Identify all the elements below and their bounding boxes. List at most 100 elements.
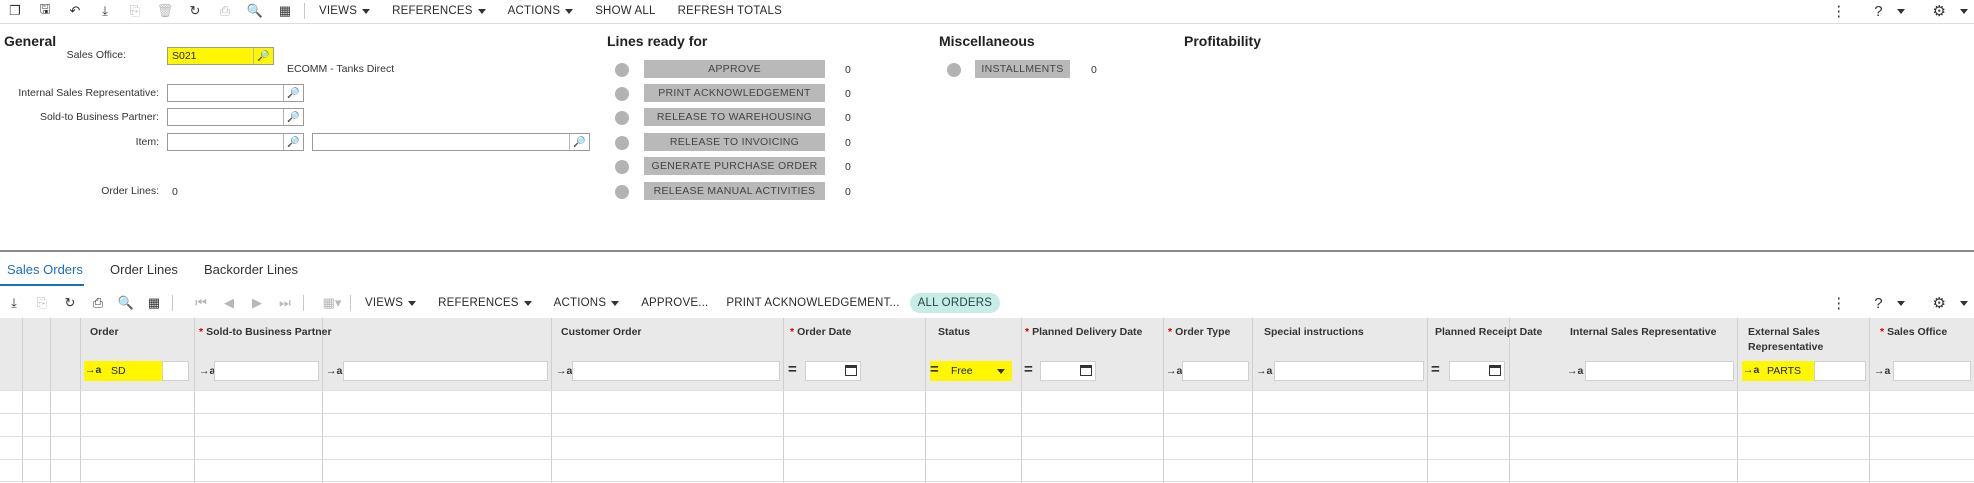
refresh-totals-button[interactable]: REFRESH TOTALS [678,5,782,17]
text-filter-icon[interactable]: →a [556,365,572,377]
tab-sales-orders[interactable]: Sales Orders [7,262,83,277]
sales-office-field[interactable]: S021 🔎 [167,47,274,65]
release-manual-activities-button[interactable]: RELEASE MANUAL ACTIVITIES [644,182,825,200]
table-row[interactable] [0,459,1974,460]
approve-action-button[interactable]: APPROVE... [641,297,708,309]
customer-order-filter-input[interactable] [572,361,780,381]
calendar-icon[interactable]: ▦ [140,292,168,314]
more-options-icon[interactable]: ⋮ [1831,294,1846,312]
column-header-order[interactable]: Order [90,325,119,340]
calendar-dropdown-icon[interactable]: ▦▾ [318,292,346,314]
internal-rep-field[interactable]: 🔎 [167,84,304,102]
tab-backorder-lines[interactable]: Backorder Lines [204,262,298,277]
references-menu[interactable]: REFERENCES [392,5,486,17]
table-row[interactable] [0,481,1974,482]
help-menu[interactable]: ? [1860,295,1905,312]
delete-icon[interactable]: 🗑 [150,0,180,22]
undo-icon[interactable]: ↶ [60,0,90,22]
order-filter-input[interactable]: SD [106,361,162,381]
text-filter-icon[interactable]: →a [1166,365,1182,377]
text-filter-icon[interactable]: →a [84,361,106,381]
export-icon[interactable]: ⤓ [0,292,28,314]
lookup-icon[interactable]: 🔎 [569,134,589,150]
grid-actions-menu[interactable]: ACTIONS [554,297,620,309]
column-header-status[interactable]: Status [938,325,970,340]
refresh-icon[interactable]: ↻ [180,0,210,22]
column-header-internal-sales-rep[interactable]: Internal Sales Representative [1570,325,1716,340]
print-acknowledgement-button[interactable]: PRINT ACKNOWLEDGEMENT [644,84,825,102]
sold-to-field[interactable]: 🔎 [167,108,304,126]
item-description-field[interactable]: 🔎 [312,133,590,151]
views-menu[interactable]: VIEWS [319,5,371,17]
equals-filter-icon[interactable]: = [930,361,946,381]
column-header-planned-delivery-date[interactable]: * Planned Delivery Date [1025,325,1142,340]
column-header-external-sales-rep[interactable]: External Sales Representative [1748,325,1858,355]
show-all-button[interactable]: SHOW ALL [595,5,655,17]
sold-to-name-filter-input[interactable] [343,361,548,381]
order-type-filter-input[interactable] [1182,361,1249,381]
column-header-special-instructions[interactable]: Special instructions [1264,325,1364,340]
next-page-icon[interactable]: ▶ [243,292,271,314]
previous-page-icon[interactable]: ◀ [215,292,243,314]
copy-icon[interactable]: ⎘ [28,292,56,314]
lookup-icon[interactable]: 🔎 [283,134,303,150]
table-row[interactable] [0,413,1974,414]
external-sales-rep-filter-input[interactable]: PARTS [1762,361,1814,381]
order-date-filter-input[interactable] [805,361,861,381]
planned-receipt-date-filter-input[interactable] [1449,361,1505,381]
grid-references-menu[interactable]: REFERENCES [438,297,532,309]
refresh-icon[interactable]: ↻ [56,292,84,314]
column-header-sold-to[interactable]: * Sold-to Business Partner [199,325,332,340]
planned-delivery-date-filter-input[interactable] [1040,361,1096,381]
column-header-order-type[interactable]: * Order Type [1168,325,1230,340]
equals-filter-icon[interactable]: = [1431,361,1440,378]
save-icon[interactable]: 🖫 [30,0,60,22]
text-filter-icon[interactable]: →a [199,365,215,377]
calendar-icon[interactable] [845,365,857,376]
settings-menu[interactable]: ⚙ [1919,294,1968,312]
status-filter-select[interactable]: Free [946,361,1012,381]
text-filter-icon[interactable]: →a [1567,365,1583,377]
print-acknowledgement-action-button[interactable]: PRINT ACKNOWLEDGEMENT... [726,297,899,309]
search-icon[interactable]: 🔍 [240,0,270,22]
calendar-icon[interactable] [1489,365,1501,376]
lookup-icon[interactable]: 🔎 [283,85,303,101]
table-row[interactable] [0,390,1974,391]
first-page-icon[interactable]: ⏮ [187,292,215,314]
installments-button[interactable]: INSTALLMENTS [975,60,1070,78]
lookup-icon[interactable]: 🔎 [283,109,303,125]
grid-views-menu[interactable]: VIEWS [365,297,417,309]
calendar-icon[interactable]: ▦ [270,0,300,22]
item-field[interactable]: 🔎 [167,133,304,151]
equals-filter-icon[interactable]: = [788,361,797,378]
actions-menu[interactable]: ACTIONS [508,5,574,17]
help-menu[interactable]: ? [1860,3,1905,20]
text-filter-icon[interactable]: →a [1874,365,1890,377]
sold-to-filter-input[interactable] [214,361,319,381]
column-header-planned-receipt-date[interactable]: Planned Receipt Date [1435,325,1542,340]
text-filter-icon[interactable]: →a [1256,365,1272,377]
copy-icon[interactable]: ⎘ [120,0,150,22]
text-filter-icon[interactable]: →a [326,365,342,377]
sales-office-filter-input[interactable] [1893,361,1971,381]
settings-menu[interactable]: ⚙ [1919,2,1968,20]
lookup-icon[interactable]: 🔎 [253,48,273,64]
external-sales-rep-filter-input-tail[interactable] [1814,361,1866,381]
table-row[interactable] [0,436,1974,437]
release-to-invoicing-button[interactable]: RELEASE TO INVOICING [644,133,825,151]
special-instructions-filter-input[interactable] [1274,361,1424,381]
calendar-icon[interactable] [1080,365,1092,376]
column-header-sales-office[interactable]: * Sales Office [1880,325,1947,340]
internal-sales-rep-filter-input[interactable] [1585,361,1734,381]
column-header-customer-order[interactable]: Customer Order [561,325,642,340]
equals-filter-icon[interactable]: = [1024,361,1033,378]
print-icon[interactable]: ⎙ [210,0,240,22]
release-to-warehousing-button[interactable]: RELEASE TO WAREHOUSING [644,108,825,126]
search-icon[interactable]: 🔍 [112,292,140,314]
new-icon[interactable]: ❐ [0,0,30,22]
print-icon[interactable]: ⎙ [84,292,112,314]
last-page-icon[interactable]: ⏭ [271,292,299,314]
approve-button[interactable]: APPROVE [644,60,825,78]
all-orders-filter[interactable]: ALL ORDERS [909,293,1001,313]
export-icon[interactable]: ⤓ [90,0,120,22]
